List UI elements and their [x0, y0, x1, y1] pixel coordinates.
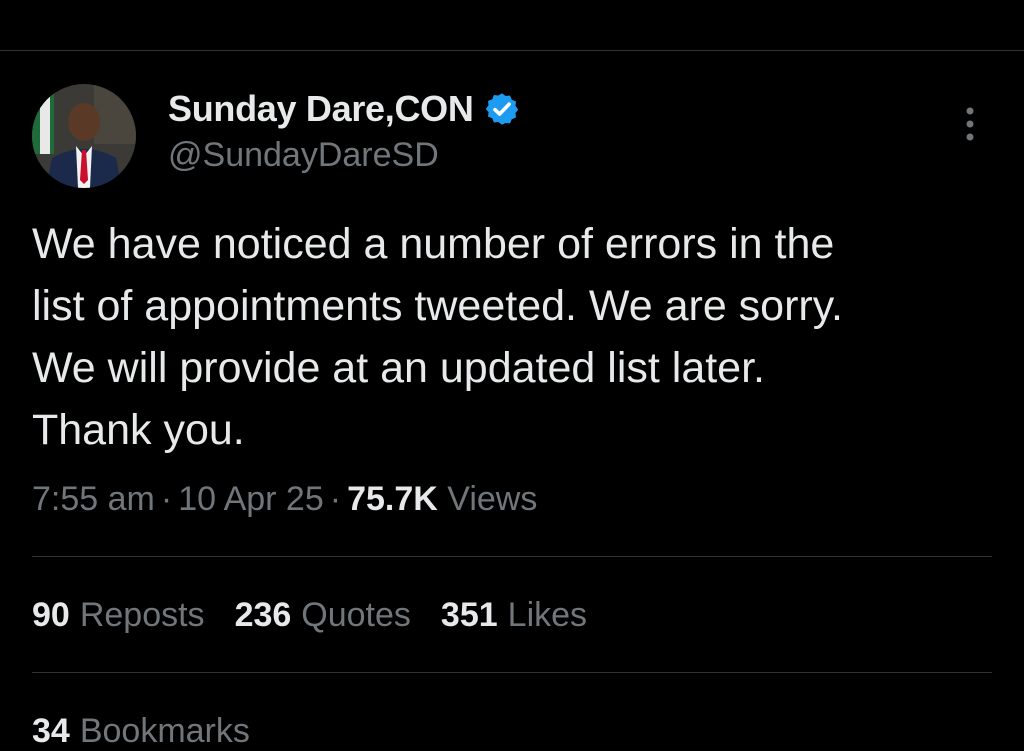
bookmarks-count: 34	[32, 712, 70, 750]
tweet-text-line: We will provide at an updated list later…	[32, 344, 765, 392]
stats-top-divider	[32, 556, 992, 557]
meta-separator: ·	[329, 480, 342, 518]
reposts-label: Reposts	[79, 596, 205, 634]
avatar[interactable]	[32, 84, 136, 188]
tweet-date[interactable]: 10 Apr 25	[178, 480, 324, 518]
tweet-text-line: list of appointments tweeted. We are sor…	[32, 282, 843, 330]
author-display-name[interactable]: Sunday Dare,CON	[168, 88, 474, 130]
meta-separator: ·	[160, 480, 173, 518]
tweet-text: We have noticed a number of errors in th…	[32, 213, 992, 461]
tweet-time[interactable]: 7:55 am	[32, 480, 155, 518]
views-label: Views	[447, 480, 538, 518]
likes-count: 351	[440, 596, 498, 634]
likes-stat[interactable]: 351 Likes	[441, 596, 587, 634]
author-handle[interactable]: @SundayDareSD	[168, 136, 439, 175]
quotes-label: Quotes	[301, 596, 411, 634]
reposts-stat[interactable]: 90 Reposts	[32, 596, 205, 634]
tweet-meta: 7:55 am · 10 Apr 25 · 75.7K Views	[32, 480, 537, 519]
more-options-icon[interactable]	[955, 104, 985, 144]
stats-bottom-divider	[32, 672, 992, 673]
tweet-text-line: We have noticed a number of errors in th…	[32, 220, 835, 268]
reposts-count: 90	[32, 596, 70, 634]
bookmarks-label: Bookmarks	[79, 712, 250, 750]
likes-label: Likes	[507, 596, 588, 634]
top-bar	[0, 0, 1024, 50]
quotes-count: 236	[234, 596, 292, 634]
engagement-stats: 90 Reposts 236 Quotes 351 Likes	[32, 596, 617, 635]
author-name-row[interactable]: Sunday Dare,CON	[168, 88, 520, 130]
views-count: 75.7K	[347, 480, 438, 518]
bookmarks-stat[interactable]: 34 Bookmarks	[32, 712, 250, 751]
tweet-text-line: Thank you.	[32, 406, 245, 454]
quotes-stat[interactable]: 236 Quotes	[235, 596, 411, 634]
verified-badge-icon	[485, 93, 518, 125]
header-divider	[0, 50, 1024, 51]
top-right-icon[interactable]	[928, 0, 988, 4]
